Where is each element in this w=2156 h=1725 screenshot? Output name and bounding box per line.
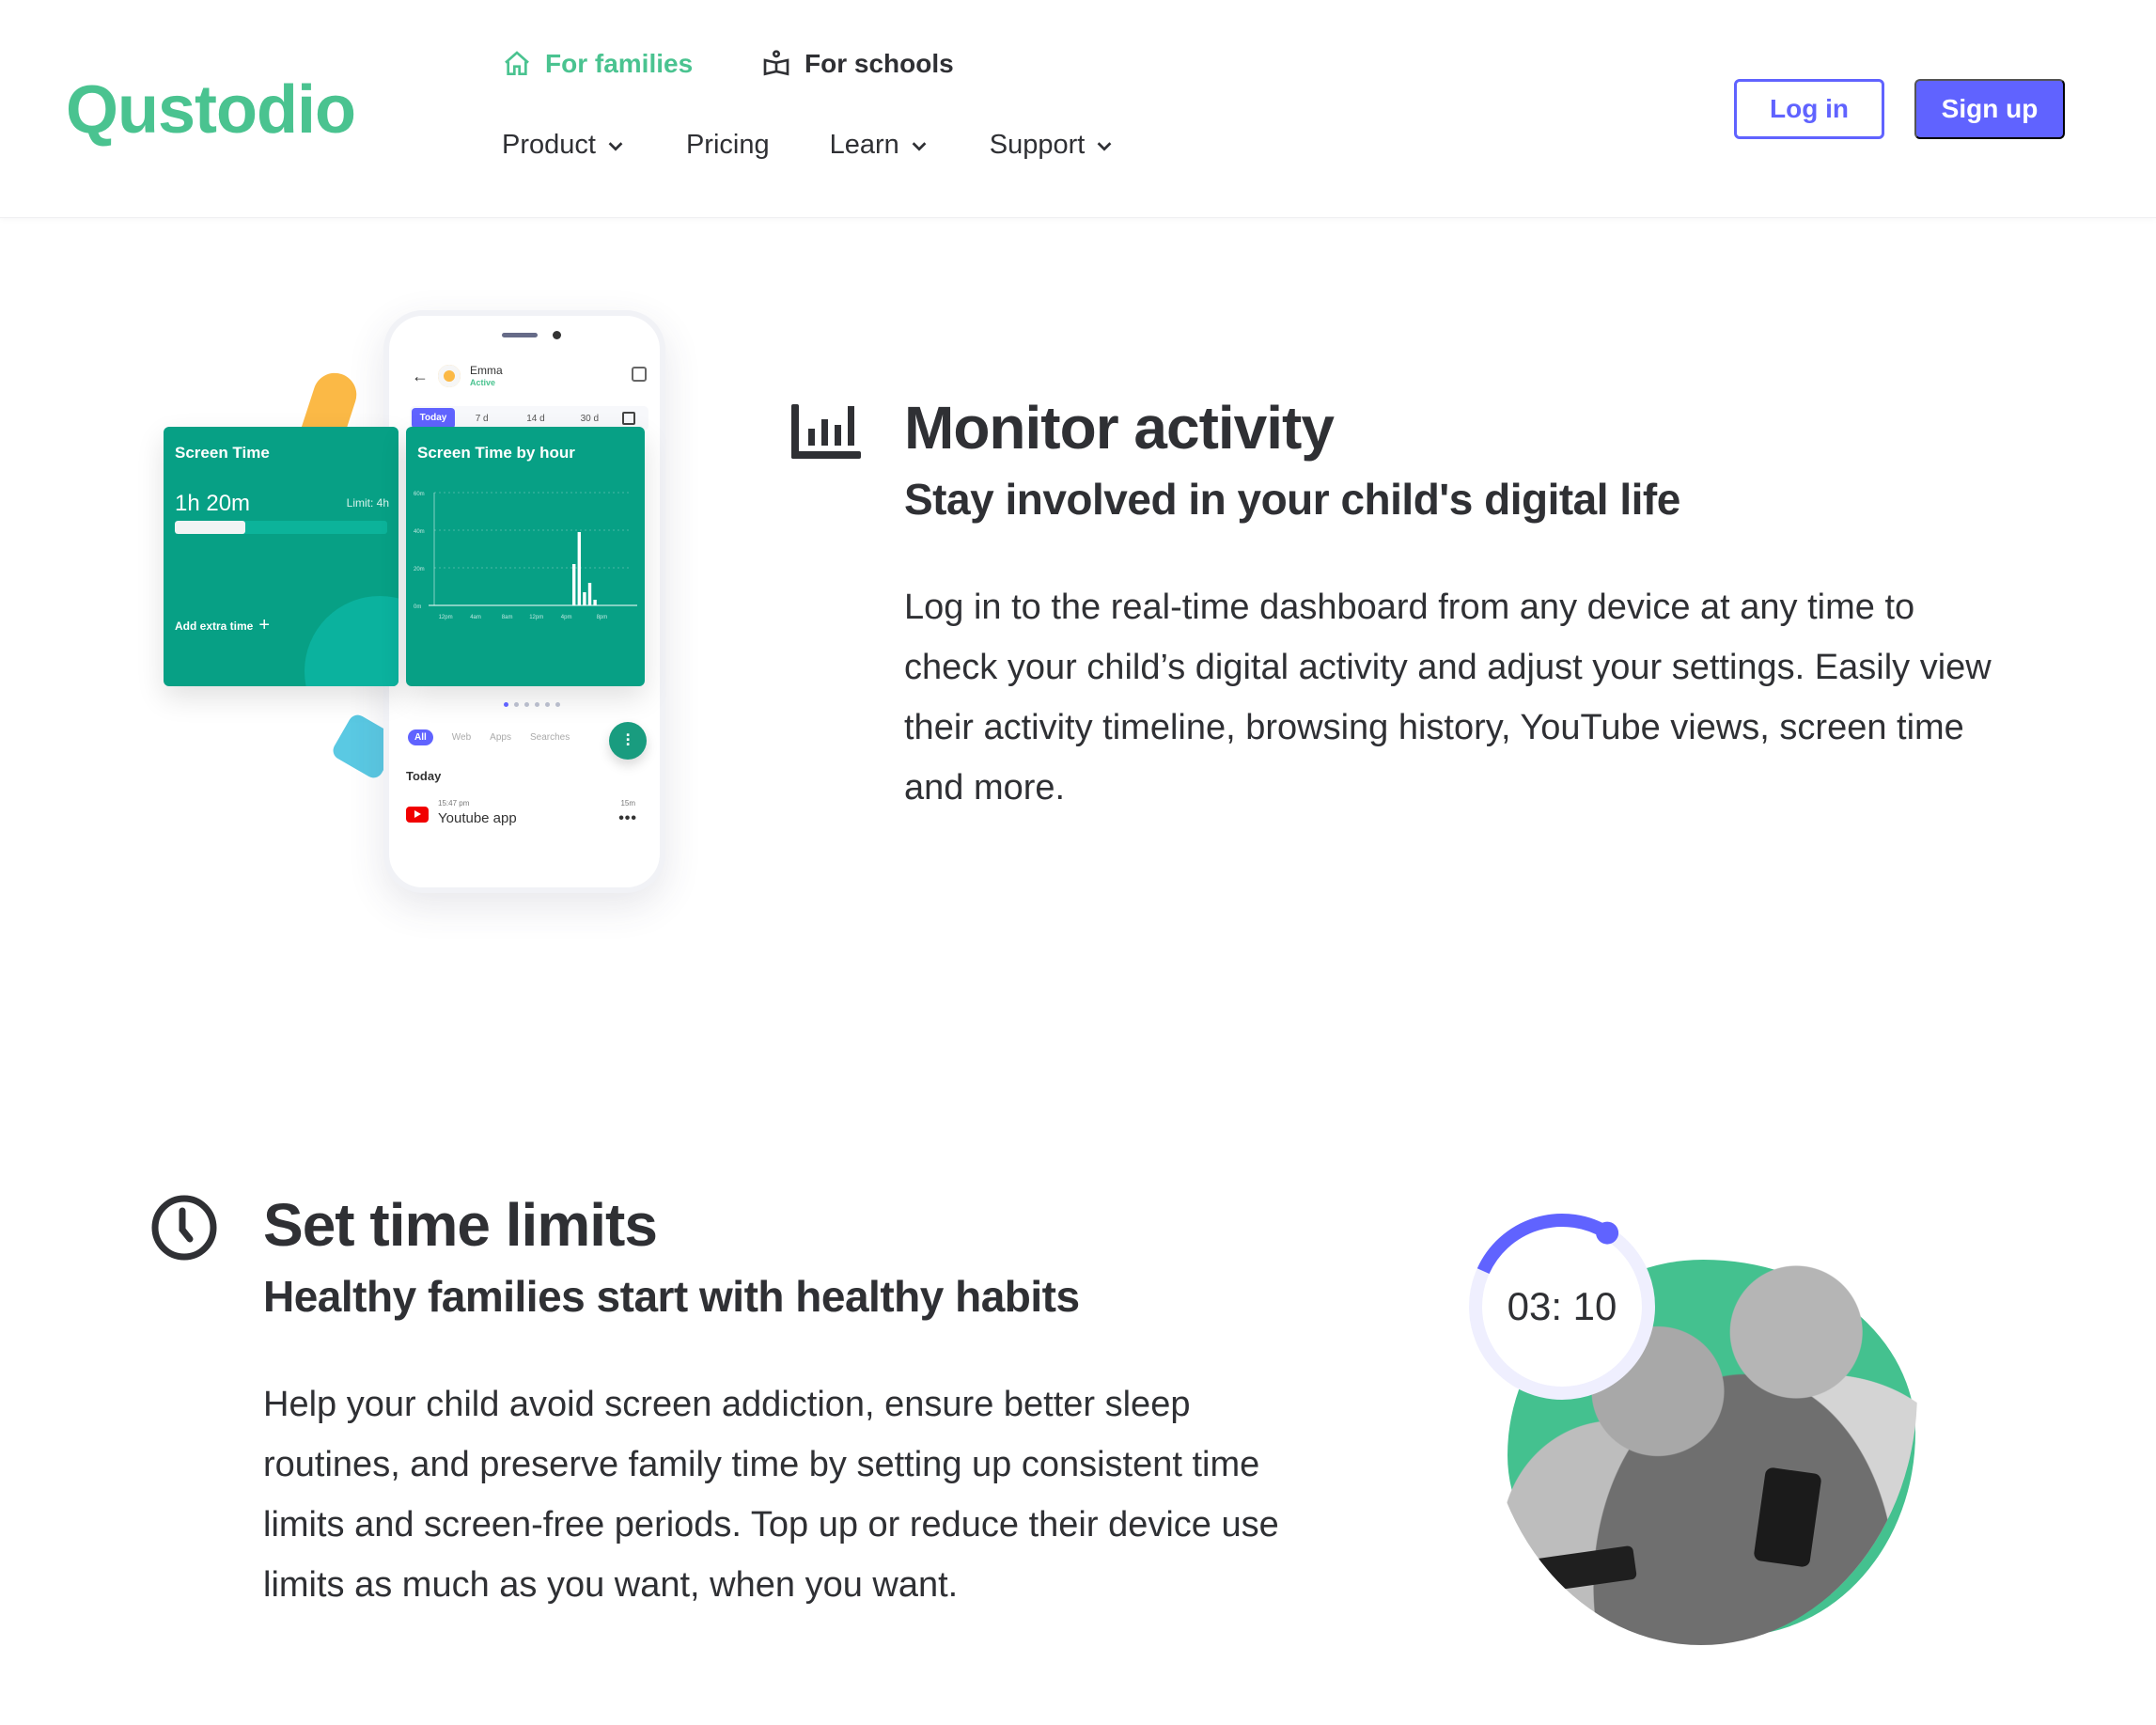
youtube-icon	[406, 807, 429, 823]
monitor-activity-body: Log in to the real-time dashboard from a…	[904, 588, 1992, 808]
chevron-down-icon	[912, 141, 927, 151]
chart-y-tick-label: 60m	[414, 492, 425, 497]
filter-searches: Searches	[529, 732, 570, 743]
carousel-dot	[514, 702, 519, 707]
monitor-activity-subtitle: Stay involved in your child's digital li…	[904, 475, 1680, 524]
back-arrow-icon: ←	[412, 366, 429, 385]
decorative-circle	[305, 596, 398, 686]
activity-duration: 15m	[620, 799, 635, 808]
carousel-dot	[555, 702, 560, 707]
filter-all: All	[408, 729, 433, 745]
for-families-link[interactable]: For families	[502, 49, 693, 79]
chart-bar	[572, 564, 576, 605]
period-tab-7d: 7 d	[475, 413, 489, 424]
time-limits-body: Help your child avoid screen addiction, …	[263, 1385, 1279, 1605]
nav-support[interactable]: Support	[990, 130, 1116, 161]
carousel-dot	[524, 702, 529, 707]
chart-x-tick-label: 12pm	[529, 615, 543, 620]
activity-name: Youtube app	[438, 810, 517, 826]
carousel-dot	[504, 702, 508, 707]
home-icon	[505, 51, 529, 75]
monitor-activity-title: Monitor activity	[904, 394, 1335, 462]
time-limits-title: Set time limits	[263, 1191, 658, 1259]
period-tab-today: Today	[412, 408, 455, 429]
nav-learn[interactable]: Learn	[830, 130, 930, 161]
nav-pricing[interactable]: Pricing	[686, 130, 770, 161]
main-nav: Product Pricing Learn Support	[502, 130, 1115, 161]
carousel-dot	[535, 702, 539, 707]
add-extra-time: Add extra time +	[175, 615, 270, 636]
today-label: Today	[406, 769, 442, 783]
sliders-icon: ⫶	[609, 722, 647, 760]
dashboard-phone-illustration: ← Emma Active Today 7 d 14 d 30 d Screen…	[150, 301, 677, 912]
time-limits-subtitle: Healthy families start with healthy habi…	[263, 1272, 1080, 1321]
child-profile-header: ← Emma Active	[412, 357, 647, 395]
more-options-icon: •••	[618, 810, 637, 826]
bar-chart-icon	[791, 404, 861, 459]
clock-icon	[151, 1195, 217, 1261]
screen-time-progress-fill	[175, 521, 245, 534]
filter-apps: Apps	[490, 732, 511, 743]
chart-x-tick-label: 8am	[502, 615, 513, 620]
chevron-down-icon	[608, 141, 623, 151]
for-schools-label: For schools	[805, 49, 954, 78]
activity-time: 15:47 pm	[438, 799, 470, 808]
phone-camera	[553, 331, 561, 339]
site-header: Qustodio For families For schools Produc…	[0, 0, 2156, 218]
chart-bar	[577, 532, 581, 605]
screen-time-progress-bar	[175, 521, 387, 534]
chart-bar	[593, 600, 597, 605]
nav-learn-label: Learn	[829, 130, 899, 160]
chart-x-tick-label: 4am	[470, 615, 481, 620]
chart-x-tick-label: 12pm	[439, 615, 453, 620]
chart-y-tick-label: 20m	[414, 567, 425, 572]
qustodio-logo[interactable]: Qustodio	[66, 71, 356, 149]
activity-item: 15:47 pm Youtube app 15m •••	[406, 799, 641, 833]
screen-time-limit: Limit: 4h	[346, 496, 389, 510]
school-book-icon	[763, 50, 789, 76]
chart-bar	[587, 583, 592, 605]
screen-time-card: Screen Time 1h 20m Limit: 4h Add extra t…	[164, 427, 398, 686]
nav-product-label: Product	[502, 130, 596, 160]
filter-web: Web	[451, 732, 472, 743]
by-hour-title: Screen Time by hour	[417, 444, 575, 462]
signup-button[interactable]: Sign up	[1914, 79, 2065, 139]
screen-time-by-hour-card: Screen Time by hour 0m 20m 40m 60m 12pm 4am 8a…	[406, 427, 645, 686]
screen-time-value: 1h 20m	[175, 491, 251, 516]
period-tab-30d: 30 d	[580, 413, 600, 424]
plus-icon: +	[258, 615, 271, 635]
chart-y-tick-label: 0m	[414, 604, 421, 610]
screen-time-title: Screen Time	[175, 444, 270, 462]
timer-display: 03: 10	[1507, 1284, 1617, 1328]
chart-x-tick-label: 4pm	[561, 615, 572, 620]
nav-pricing-label: Pricing	[685, 130, 770, 160]
chart-x-tick-label: 8pm	[597, 615, 608, 620]
child-avatar	[436, 363, 462, 389]
add-extra-time-label: Add extra time	[175, 619, 254, 633]
chart-bar	[583, 592, 586, 605]
period-tab-14d: 14 d	[526, 413, 545, 424]
carousel-dot	[545, 702, 550, 707]
edit-icon	[632, 367, 647, 382]
nav-support-label: Support	[989, 130, 1086, 160]
child-name: Emma	[470, 364, 503, 378]
family-photo-illustration: 03: 10	[1447, 1184, 1974, 1654]
login-button[interactable]: Log in	[1734, 79, 1884, 139]
child-status: Active	[470, 377, 496, 387]
chevron-down-icon	[1097, 141, 1112, 151]
carousel-dots	[504, 702, 560, 707]
countdown-timer: 03: 10	[1468, 1213, 1656, 1401]
screen-time-by-hour-chart: 0m 20m 40m 60m 12pm 4am 8am 12pm 4pm 8pm	[414, 492, 637, 620]
chart-y-tick-label: 40m	[414, 529, 425, 535]
nav-product[interactable]: Product	[502, 130, 626, 161]
calendar-icon	[621, 412, 635, 425]
for-families-label: For families	[545, 49, 694, 78]
phone-speaker	[502, 333, 538, 337]
for-schools-link[interactable]: For schools	[761, 49, 954, 79]
